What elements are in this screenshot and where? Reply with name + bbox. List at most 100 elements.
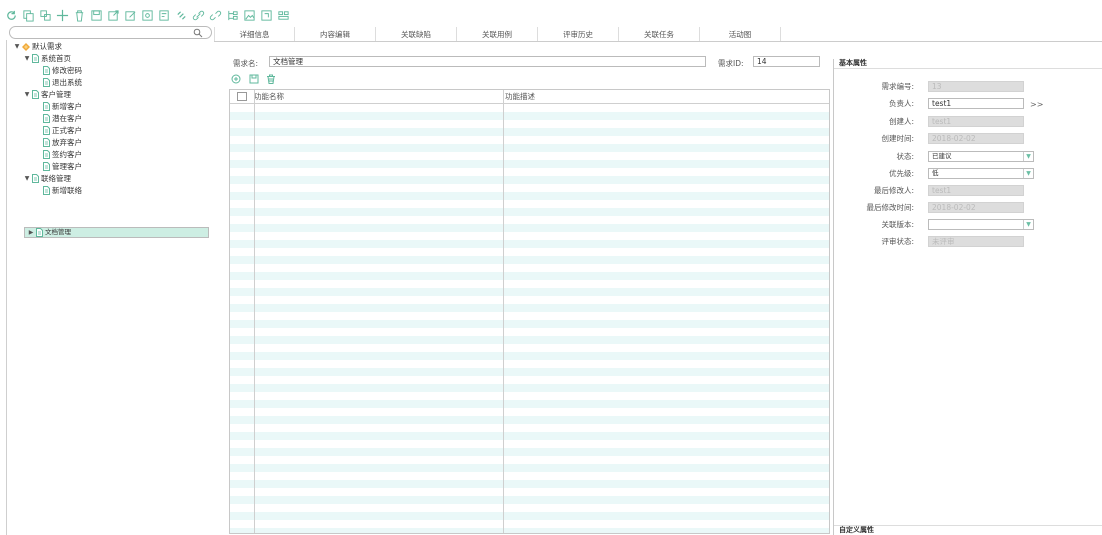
table-row[interactable] bbox=[230, 464, 829, 472]
priority-select[interactable]: 低 ▼ bbox=[928, 168, 1034, 179]
tab-content-edit[interactable]: 内容编辑 bbox=[295, 27, 376, 42]
table-row[interactable] bbox=[230, 112, 829, 120]
table-row[interactable] bbox=[230, 320, 829, 328]
view-icon[interactable] bbox=[140, 8, 155, 23]
table-row[interactable] bbox=[230, 400, 829, 408]
table-row[interactable] bbox=[230, 296, 829, 304]
tree-item-potential-customer[interactable]: 潜在客户 bbox=[41, 113, 82, 124]
owner-field[interactable]: test1 bbox=[928, 98, 1024, 109]
tree-item-customer-mgmt[interactable]: ▼ 客户管理 bbox=[24, 89, 71, 100]
table-row[interactable] bbox=[230, 176, 829, 184]
tree-icon[interactable] bbox=[225, 8, 240, 23]
column-function-name[interactable]: 功能名称 bbox=[254, 90, 502, 103]
tree-item-new-customer[interactable]: 新增客户 bbox=[41, 101, 82, 112]
refresh-icon[interactable] bbox=[4, 8, 19, 23]
table-row[interactable] bbox=[230, 352, 829, 360]
move-icon[interactable] bbox=[55, 8, 70, 23]
tree-item-change-password[interactable]: 修改密码 bbox=[41, 65, 82, 76]
table-row[interactable] bbox=[230, 456, 829, 464]
tab-related-defects[interactable]: 关联缺陷 bbox=[376, 27, 457, 42]
table-row[interactable] bbox=[230, 104, 829, 112]
expand-arrow-icon[interactable]: ▼ bbox=[24, 89, 30, 100]
save-row-icon[interactable] bbox=[249, 74, 259, 84]
tree-item-home[interactable]: ▼ 系统首页 bbox=[24, 53, 71, 64]
link-icon[interactable] bbox=[191, 8, 206, 23]
table-row[interactable] bbox=[230, 120, 829, 128]
table-row[interactable] bbox=[230, 256, 829, 264]
status-select[interactable]: 已建议 ▼ bbox=[928, 151, 1034, 162]
table-row[interactable] bbox=[230, 288, 829, 296]
delete-icon[interactable] bbox=[72, 8, 87, 23]
note-icon[interactable] bbox=[157, 8, 172, 23]
table-row[interactable] bbox=[230, 272, 829, 280]
table-row[interactable] bbox=[230, 376, 829, 384]
tree-item-signed-customer[interactable]: 签约客户 bbox=[41, 149, 82, 160]
table-row[interactable] bbox=[230, 384, 829, 392]
table-row[interactable] bbox=[230, 160, 829, 168]
table-row[interactable] bbox=[230, 440, 829, 448]
table-row[interactable] bbox=[230, 216, 829, 224]
table-row[interactable] bbox=[230, 264, 829, 272]
table-row[interactable] bbox=[230, 448, 829, 456]
tab-review-history[interactable]: 评审历史 bbox=[538, 27, 619, 42]
tab-related-tasks[interactable]: 关联任务 bbox=[619, 27, 700, 42]
table-row[interactable] bbox=[230, 152, 829, 160]
table-row[interactable] bbox=[230, 168, 829, 176]
table-row[interactable] bbox=[230, 512, 829, 520]
break-link-icon[interactable] bbox=[208, 8, 223, 23]
expand-arrow-icon[interactable]: ▼ bbox=[24, 173, 30, 184]
table-row[interactable] bbox=[230, 144, 829, 152]
table-row[interactable] bbox=[230, 480, 829, 488]
table-row[interactable] bbox=[230, 424, 829, 432]
owner-more-button[interactable]: >> bbox=[1030, 100, 1043, 109]
table-row[interactable] bbox=[230, 136, 829, 144]
tab-details[interactable]: 详细信息 bbox=[214, 27, 295, 42]
save-icon[interactable] bbox=[89, 8, 104, 23]
table-row[interactable] bbox=[230, 192, 829, 200]
table-row[interactable] bbox=[230, 208, 829, 216]
select-all-checkbox[interactable] bbox=[237, 92, 247, 101]
add-row-icon[interactable] bbox=[231, 74, 241, 84]
tree-item-new-contact[interactable]: 新增联络 bbox=[41, 185, 82, 196]
table-row[interactable] bbox=[230, 224, 829, 232]
chevron-down-icon[interactable]: ▼ bbox=[1023, 152, 1033, 161]
delete-row-icon[interactable] bbox=[266, 74, 276, 84]
table-row[interactable] bbox=[230, 360, 829, 368]
table-row[interactable] bbox=[230, 488, 829, 496]
tree-root[interactable]: ▼ 默认需求 bbox=[14, 41, 62, 52]
table-row[interactable] bbox=[230, 472, 829, 480]
table-row[interactable] bbox=[230, 416, 829, 424]
chevron-down-icon[interactable]: ▼ bbox=[1023, 169, 1033, 178]
table-row[interactable] bbox=[230, 312, 829, 320]
table-row[interactable] bbox=[230, 232, 829, 240]
table-row[interactable] bbox=[230, 504, 829, 512]
column-function-desc[interactable]: 功能描述 bbox=[502, 90, 829, 103]
tab-related-cases[interactable]: 关联用例 bbox=[457, 27, 538, 42]
table-row[interactable] bbox=[230, 520, 829, 528]
version-select[interactable]: ▼ bbox=[928, 219, 1034, 230]
table-row[interactable] bbox=[230, 248, 829, 256]
tree-item-logout[interactable]: 退出系统 bbox=[41, 77, 82, 88]
table-row[interactable] bbox=[230, 304, 829, 312]
export-icon[interactable] bbox=[106, 8, 121, 23]
duplicate-icon[interactable] bbox=[38, 8, 53, 23]
req-name-input[interactable]: 文档管理 bbox=[269, 56, 706, 67]
tree-item-abandoned-customer[interactable]: 放弃客户 bbox=[41, 137, 82, 148]
unlink-icon[interactable] bbox=[174, 8, 189, 23]
table-row[interactable] bbox=[230, 528, 829, 533]
chevron-down-icon[interactable]: ▼ bbox=[1023, 220, 1033, 229]
table-row[interactable] bbox=[230, 128, 829, 136]
import-icon[interactable] bbox=[259, 8, 274, 23]
expand-arrow-icon[interactable]: ▼ bbox=[14, 41, 20, 52]
tree-item-formal-customer[interactable]: 正式客户 bbox=[41, 125, 82, 136]
table-row[interactable] bbox=[230, 432, 829, 440]
table-row[interactable] bbox=[230, 344, 829, 352]
table-row[interactable] bbox=[230, 336, 829, 344]
table-row[interactable] bbox=[230, 280, 829, 288]
tree-item-contact-mgmt[interactable]: ▼ 联络管理 bbox=[24, 173, 71, 184]
req-id-input[interactable]: 14 bbox=[753, 56, 820, 67]
search-icon[interactable] bbox=[193, 28, 203, 38]
table-row[interactable] bbox=[230, 408, 829, 416]
edit-icon[interactable] bbox=[123, 8, 138, 23]
image-icon[interactable] bbox=[242, 8, 257, 23]
